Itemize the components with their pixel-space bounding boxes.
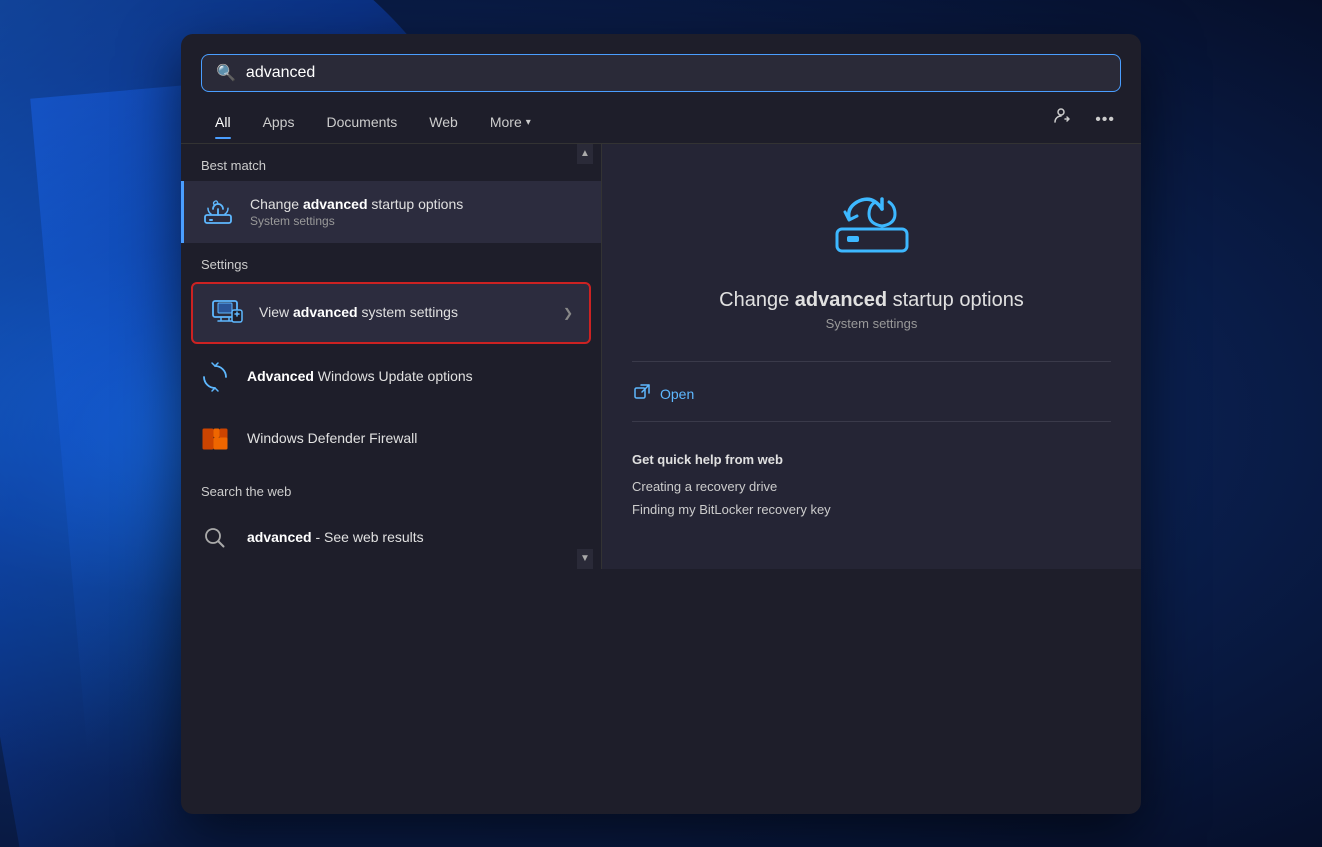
defender-title: Windows Defender Firewall (247, 429, 585, 447)
result-defender[interactable]: Windows Defender Firewall ❯ (181, 408, 601, 470)
defender-text: Windows Defender Firewall (247, 429, 585, 447)
search-icon: 🔍 (216, 63, 236, 83)
search-bar: 🔍 (201, 54, 1121, 92)
tab-all[interactable]: All (201, 106, 245, 138)
web-search-text: advanced - See web results (247, 528, 585, 546)
windows-update-text: Advanced Windows Update options (247, 367, 585, 385)
person-switch-icon (1053, 106, 1073, 126)
change-startup-text: Change advanced startup options System s… (250, 195, 585, 228)
result-windows-update[interactable]: Advanced Windows Update options ❯ (181, 346, 601, 408)
preview-open-button[interactable]: Open (632, 378, 1111, 411)
search-bar-container: 🔍 (181, 34, 1141, 92)
result-view-system[interactable]: View advanced system settings ❯ (191, 282, 591, 344)
scroll-down-button[interactable]: ▼ (577, 549, 593, 569)
preview-icon-area (632, 174, 1111, 269)
left-panel: ▲ Best match Change a (181, 144, 601, 569)
right-panel: Change advanced startup options System s… (601, 144, 1141, 569)
search-window: 🔍 All Apps Documents Web More ▾ (181, 34, 1141, 814)
search-input[interactable] (246, 64, 1106, 82)
web-search-title: advanced - See web results (247, 528, 585, 546)
preview-startup-icon (827, 174, 917, 269)
quick-help-title: Get quick help from web (632, 452, 1111, 467)
bitlocker-link[interactable]: Finding my BitLocker recovery key (632, 498, 1111, 521)
external-link-icon (634, 384, 650, 405)
update-icon (197, 359, 233, 395)
view-system-text: View advanced system settings (259, 303, 549, 321)
person-switch-button[interactable] (1047, 102, 1079, 135)
chevron-right-icon: ❯ (563, 306, 573, 320)
open-label: Open (660, 386, 694, 402)
tab-documents[interactable]: Documents (312, 106, 411, 138)
tab-web[interactable]: Web (415, 106, 472, 138)
result-change-startup[interactable]: Change advanced startup options System s… (181, 181, 601, 243)
change-startup-title: Change advanced startup options (250, 195, 585, 213)
change-startup-subtitle: System settings (250, 214, 585, 228)
startup-icon (200, 194, 236, 230)
preview-subtitle: System settings (632, 316, 1111, 331)
web-search-icon (197, 520, 233, 556)
more-options-button[interactable]: ••• (1089, 104, 1121, 133)
search-web-label: Search the web (181, 470, 601, 507)
ellipsis-icon: ••• (1095, 111, 1115, 128)
tab-more[interactable]: More ▾ (476, 106, 545, 138)
main-content: ▲ Best match Change a (181, 144, 1141, 569)
firewall-icon (197, 421, 233, 457)
chevron-down-icon: ▾ (526, 117, 531, 128)
best-match-label: Best match (181, 144, 601, 181)
preview-title: Change advanced startup options (632, 289, 1111, 312)
settings-label: Settings (181, 243, 601, 280)
tabs-row: All Apps Documents Web More ▾ ••• (181, 92, 1141, 144)
quick-help-divider (632, 421, 1111, 422)
recovery-drive-link[interactable]: Creating a recovery drive (632, 475, 1111, 498)
monitor-icon (209, 295, 245, 331)
preview-divider (632, 361, 1111, 362)
result-web-search[interactable]: advanced - See web results ❯ (181, 507, 601, 569)
tab-apps[interactable]: Apps (249, 106, 309, 138)
windows-update-title: Advanced Windows Update options (247, 367, 585, 385)
scroll-up-button[interactable]: ▲ (577, 144, 593, 164)
view-system-title: View advanced system settings (259, 303, 549, 321)
